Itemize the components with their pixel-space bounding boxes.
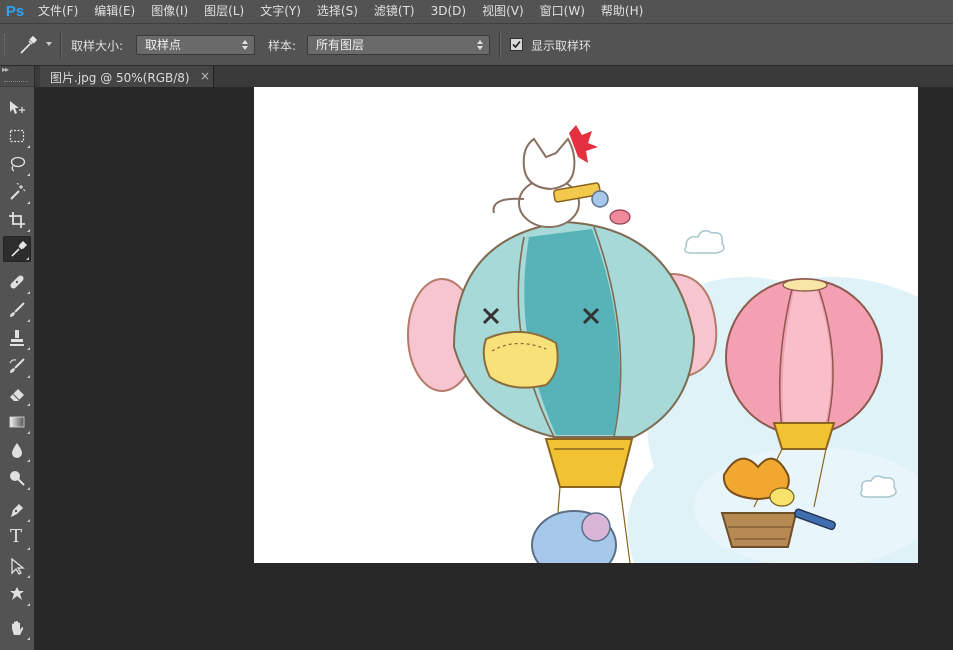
menu-layer[interactable]: 图层(L): [196, 0, 252, 23]
shape-tool[interactable]: [3, 581, 31, 607]
show-sampling-ring-checkbox[interactable]: [510, 38, 523, 51]
type-tool[interactable]: T: [3, 525, 31, 551]
document-canvas[interactable]: [254, 87, 918, 563]
gradient-icon: [9, 416, 25, 428]
blur-tool[interactable]: [3, 437, 31, 463]
crop-icon: [9, 212, 25, 228]
sample-size-select[interactable]: 取样点: [136, 35, 255, 55]
arrow-icon: [11, 557, 25, 575]
dodge-tool[interactable]: [3, 465, 31, 491]
eyedropper-icon[interactable]: [18, 35, 44, 55]
show-sampling-ring-label: 显示取样环: [531, 39, 592, 53]
menu-edit[interactable]: 编辑(E): [86, 0, 143, 23]
menu-view[interactable]: 视图(V): [474, 0, 532, 23]
gradient-tool[interactable]: [3, 409, 31, 435]
close-icon[interactable]: ×: [200, 69, 210, 83]
crop-tool[interactable]: [3, 207, 31, 233]
history-brush-tool[interactable]: [3, 353, 31, 379]
menu-select[interactable]: 选择(S): [309, 0, 366, 23]
eraser-tool[interactable]: [3, 381, 31, 407]
brush-icon: [10, 302, 25, 317]
marquee-tool[interactable]: [3, 123, 31, 149]
menu-file[interactable]: 文件(F): [30, 0, 86, 23]
menu-image[interactable]: 图像(I): [143, 0, 196, 23]
history-brush-icon: [9, 358, 25, 373]
tools-panel-grip[interactable]: [4, 81, 28, 84]
eyedropper-icon: [11, 241, 27, 257]
magic-wand-icon: [10, 183, 26, 200]
options-grip[interactable]: [4, 34, 8, 56]
path-selection-tool[interactable]: [3, 553, 31, 579]
photoshop-logo[interactable]: Ps: [0, 0, 30, 23]
dodge-icon: [10, 471, 25, 486]
sample-select[interactable]: 所有图层: [307, 35, 490, 55]
cloud-icon: [684, 230, 725, 254]
options-divider: [60, 32, 62, 58]
clone-stamp-tool[interactable]: [3, 325, 31, 351]
brush-tool[interactable]: [3, 297, 31, 323]
custom-shape-icon: [10, 587, 24, 600]
healing-brush-tool[interactable]: [3, 269, 31, 295]
hand-tool[interactable]: [3, 615, 31, 641]
eraser-icon: [10, 389, 24, 401]
document-tab-bar: 图片.jpg @ 50%(RGB/8) ×: [35, 66, 953, 87]
checkmark-icon: [512, 40, 521, 49]
drop-icon: [12, 443, 22, 458]
hand-icon: [12, 621, 24, 635]
document-tab-label: 图片.jpg @ 50%(RGB/8): [50, 71, 190, 85]
menu-filter[interactable]: 滤镜(T): [366, 0, 423, 23]
select-arrows-icon: [242, 40, 248, 50]
lasso-icon: [10, 156, 26, 172]
tools-panel: ▸▸ T: [0, 65, 35, 650]
image-content: [407, 125, 918, 563]
document-tab[interactable]: 图片.jpg @ 50%(RGB/8) ×: [40, 66, 214, 87]
pen-icon: [11, 504, 23, 517]
move-icon: [10, 101, 25, 114]
expand-panel-icon[interactable]: ▸▸: [2, 65, 9, 74]
options-divider: [499, 32, 501, 58]
magic-wand-tool[interactable]: [3, 179, 31, 205]
tool-preset-dropdown-icon[interactable]: [46, 42, 52, 46]
tools-panel-header: ▸▸: [0, 65, 34, 87]
stamp-icon: [10, 330, 24, 346]
move-tool[interactable]: [3, 95, 31, 121]
menu-help[interactable]: 帮助(H): [593, 0, 651, 23]
rect-marquee-icon: [9, 129, 25, 143]
sample-value: 所有图层: [316, 38, 365, 52]
menu-bar: Ps 文件(F) 编辑(E) 图像(I) 图层(L) 文字(Y) 选择(S) 滤…: [0, 0, 953, 23]
eyedropper-tool[interactable]: [3, 236, 31, 262]
type-icon: T: [10, 526, 23, 547]
menu-window[interactable]: 窗口(W): [532, 0, 593, 23]
sample-size-label: 取样大小:: [71, 39, 124, 53]
menu-type[interactable]: 文字(Y): [252, 0, 309, 23]
options-bar: 取样大小: 取样点 样本: 所有图层 显示取样环: [0, 23, 953, 66]
lasso-tool[interactable]: [3, 151, 31, 177]
pen-tool[interactable]: [3, 497, 31, 523]
sample-size-value: 取样点: [145, 38, 182, 52]
bandage-icon: [10, 275, 24, 289]
select-arrows-icon: [477, 40, 483, 50]
sample-label: 样本:: [268, 39, 297, 53]
menu-3d[interactable]: 3D(D): [423, 0, 474, 23]
